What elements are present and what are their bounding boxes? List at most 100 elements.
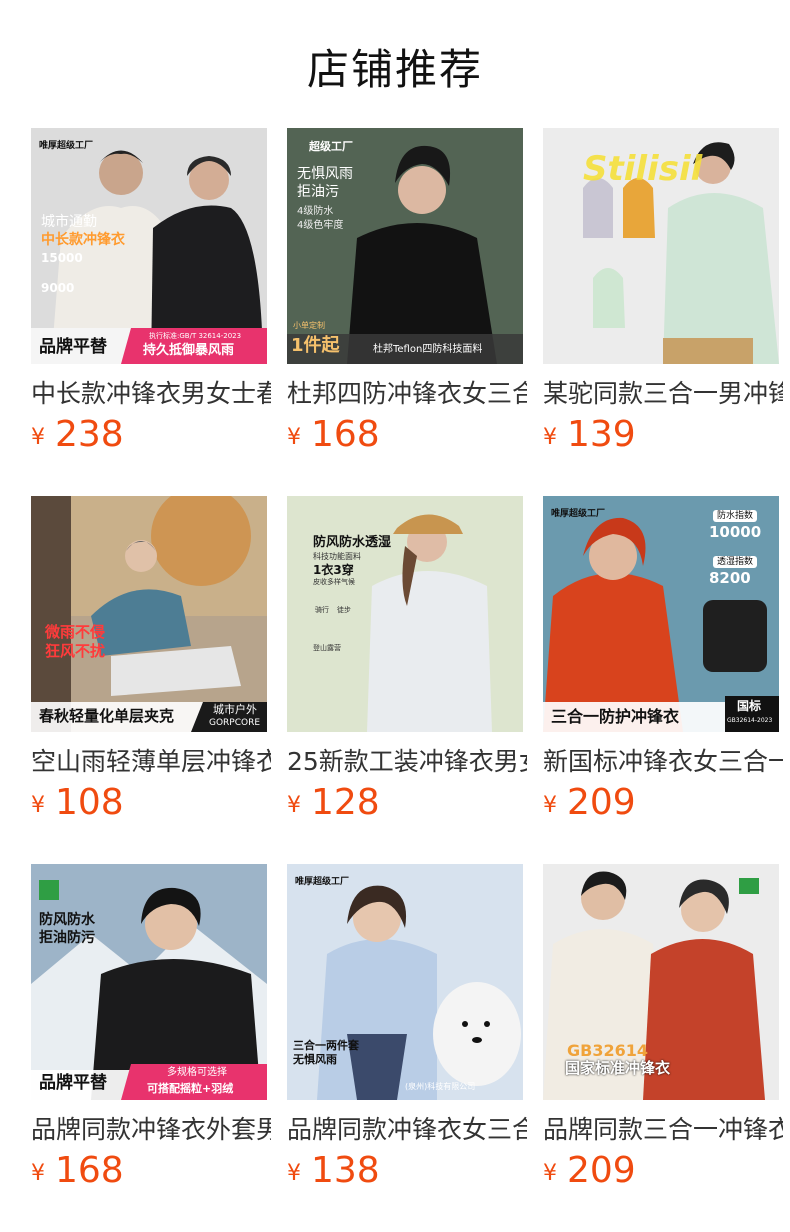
product-name[interactable]: 品牌同款冲锋衣外套男 [31,1110,271,1150]
product-price: ¥168 [287,414,380,458]
image-text: 国家标准冲锋衣 [565,1059,671,1077]
image-text: 皮收多样气候 [313,578,355,586]
image-text: 4级防水 [297,206,334,217]
image-badge: 春秋轻量化单层夹克 [39,707,175,725]
product-name[interactable]: 中长款冲锋衣男女士春秋户外 [31,374,271,414]
image-text: 登山露营 [313,644,341,652]
image-text: 拒油污 [297,184,339,200]
image-text: 中长款冲锋衣 [41,232,125,248]
image-text: 可搭配摇粒+羽绒 [147,1082,234,1095]
product-image[interactable]: GB32614 国家标准冲锋衣 [543,864,779,1100]
price-value: 168 [55,1150,124,1191]
image-text: 无惧风雨 [297,166,353,182]
product-name[interactable]: 空山雨轻薄单层冲锋衣 [31,742,271,782]
image-text: 多规格可选择 [167,1067,227,1078]
product-card[interactable]: 微雨不侵 狂风不扰 春秋轻量化单层夹克 城市户外 GORPCORE 空山雨轻薄单… [31,496,271,823]
product-name[interactable]: 品牌同款冲锋衣女三合一 [287,1110,527,1150]
product-price: ¥168 [31,1150,124,1194]
product-image[interactable]: Stilisil [543,128,779,364]
image-text: GB32614-2023 [727,717,773,724]
product-card[interactable]: Stilisil 某驼同款三合一男冲锋衣 ¥139 [543,128,783,455]
price-value: 209 [567,782,636,823]
image-badge: 三合一防护冲锋衣 [551,707,680,726]
product-price: ¥139 [543,414,636,458]
image-text: 无惧风雨 [293,1053,337,1066]
product-card[interactable]: GB32614 国家标准冲锋衣 品牌同款三合一冲锋衣 ¥209 [543,864,783,1191]
price-value: 108 [55,782,124,823]
image-text: 城市通勤 [41,214,97,230]
image-text: 防风防水透湿 [313,535,392,550]
image-text: (泉州)科技有限公司 [405,1082,476,1091]
brand-logo: 唯厚超级工厂 [39,141,94,151]
image-text: GORPCORE [209,718,261,728]
product-image[interactable]: 唯厚超级工厂 三合一两件套 无惧风雨 (泉州)科技有限公司 [287,864,523,1100]
image-text: 狂风不扰 [45,642,106,660]
product-image[interactable]: 唯厚超级工厂 城市通勤 中长款冲锋衣 15000 9000 品牌平替 执行标准:… [31,128,267,364]
currency-symbol: ¥ [287,1161,301,1186]
image-text: 8200 [709,569,751,587]
product-price: ¥209 [543,782,636,826]
image-badge: 1件起 [291,335,340,356]
product-card[interactable]: 防风防水透湿 科技功能面料 1衣3穿 皮收多样气候 骑行 徒步 登山露营 25新… [287,496,527,823]
brand-logo: 唯厚超级工厂 [551,509,606,519]
product-image[interactable]: 唯厚超级工厂 防水指数 10000 透湿指数 8200 三合一防护冲锋衣 国标 … [543,496,779,732]
image-text: 微雨不侵 [45,623,106,641]
product-image[interactable]: 防风防水透湿 科技功能面料 1衣3穿 皮收多样气候 骑行 徒步 登山露营 [287,496,523,732]
price-value: 138 [311,1150,380,1191]
image-text: 国标 [737,699,762,713]
currency-symbol: ¥ [31,425,45,450]
image-text: 骑行 [315,606,329,614]
product-price: ¥209 [543,1150,636,1194]
product-name[interactable]: 25新款工装冲锋衣男女 [287,742,527,782]
image-text: 拒油防污 [39,930,95,946]
product-price: ¥128 [287,782,380,826]
currency-symbol: ¥ [287,793,301,818]
product-name[interactable]: 某驼同款三合一男冲锋衣 [543,374,783,414]
image-text: 15000 [41,251,83,265]
product-price: ¥238 [31,414,124,458]
image-text: 1衣3穿 [313,563,354,577]
product-image[interactable]: 防风防水 拒油防污 品牌平替 多规格可选择 可搭配摇粒+羽绒 [31,864,267,1100]
image-text: 防风防水 [39,912,95,928]
product-card[interactable]: 唯厚超级工厂 三合一两件套 无惧风雨 (泉州)科技有限公司 品牌同款冲锋衣女三合… [287,864,527,1191]
image-text: 透湿指数 [713,556,758,569]
image-text: 杜邦Teflon四防科技面料 [373,344,483,355]
product-name[interactable]: 品牌同款三合一冲锋衣 [543,1110,783,1150]
price-value: 139 [567,414,636,455]
image-text: 徒步 [337,606,351,614]
brand-logo: 唯厚超级工厂 [295,877,350,887]
image-text: 执行标准:GB/T 32614-2023 [149,332,242,340]
product-image[interactable]: 超级工厂 无惧风雨 拒油污 4级防水 4级色牢度 小单定制 1件起 杜邦Tefl… [287,128,523,364]
product-price: ¥108 [31,782,124,826]
product-card[interactable]: 超级工厂 无惧风雨 拒油污 4级防水 4级色牢度 小单定制 1件起 杜邦Tefl… [287,128,527,455]
image-text: 三合一两件套 [293,1039,359,1052]
image-badge: 品牌平替 [39,337,107,357]
image-text: 持久抵御暴风雨 [143,343,235,358]
brand-logo: 超级工厂 [309,140,353,153]
image-badge: 品牌平替 [39,1073,107,1093]
product-card[interactable]: 防风防水 拒油防污 品牌平替 多规格可选择 可搭配摇粒+羽绒 品牌同款冲锋衣外套… [31,864,271,1191]
product-price: ¥138 [287,1150,380,1194]
product-card[interactable]: 唯厚超级工厂 城市通勤 中长款冲锋衣 15000 9000 品牌平替 执行标准:… [31,128,271,455]
image-banner: Stilisil [583,149,703,189]
image-text: 4级色牢度 [297,220,344,231]
currency-symbol: ¥ [543,425,557,450]
product-card[interactable]: 唯厚超级工厂 防水指数 10000 透湿指数 8200 三合一防护冲锋衣 国标 … [543,496,783,823]
image-text: 防水指数 [713,510,758,523]
price-value: 168 [311,414,380,455]
currency-symbol: ¥ [31,793,45,818]
currency-symbol: ¥ [543,793,557,818]
product-name[interactable]: 杜邦四防冲锋衣女三合一 [287,374,527,414]
product-name[interactable]: 新国标冲锋衣女三合一 [543,742,783,782]
image-text: 小单定制 [293,321,325,330]
price-value: 128 [311,782,380,823]
product-image[interactable]: 微雨不侵 狂风不扰 春秋轻量化单层夹克 城市户外 GORPCORE [31,496,267,732]
currency-symbol: ¥ [31,1161,45,1186]
page-title: 店铺推荐 [306,45,483,94]
price-value: 238 [55,414,124,455]
currency-symbol: ¥ [543,1161,557,1186]
image-text: 9000 [41,281,75,295]
price-value: 209 [567,1150,636,1191]
image-text: GB32614 [567,1041,648,1060]
image-text: 城市户外 [213,703,257,716]
